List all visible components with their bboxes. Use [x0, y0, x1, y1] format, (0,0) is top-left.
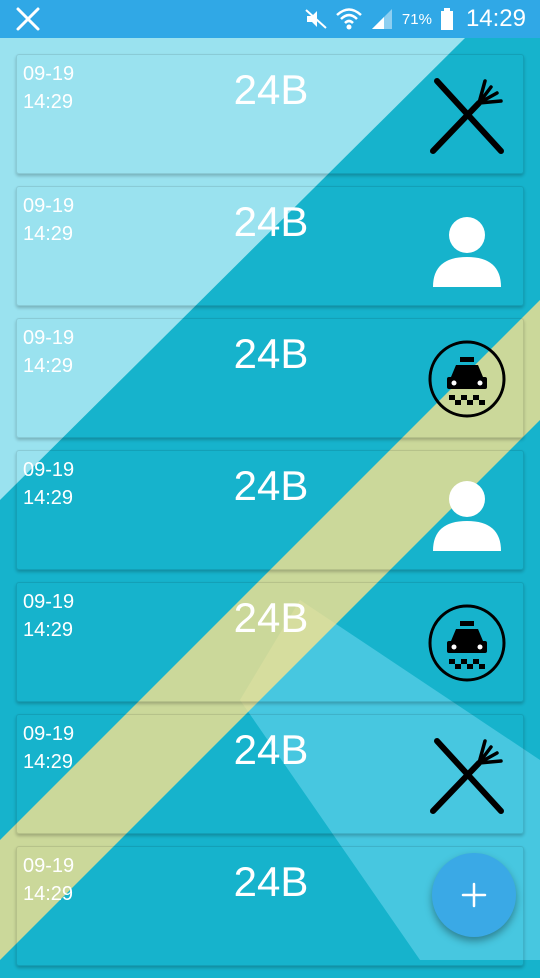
list-item[interactable]: 09-19 14:29 24B	[16, 54, 524, 174]
status-bar: 71% 14:29	[0, 0, 540, 38]
fork-knife-icon	[16, 7, 40, 31]
status-clock: 14:29	[465, 5, 526, 32]
item-date: 09-19	[23, 723, 75, 745]
list-item[interactable]: 09-19 14:29 24B	[16, 582, 524, 702]
item-list: 09-19 14:29 24B 09-19 14:29 24B 09-19 14…	[16, 54, 524, 978]
add-button[interactable]	[432, 853, 516, 937]
item-date: 09-19	[23, 459, 75, 481]
list-item[interactable]: 09-19 14:29 24B	[16, 318, 524, 438]
item-time: 14:29	[23, 355, 74, 377]
plus-icon	[461, 882, 487, 908]
item-time: 14:29	[23, 91, 74, 113]
wifi-icon	[336, 8, 362, 30]
item-time: 14:29	[23, 883, 74, 905]
item-time: 14:29	[23, 751, 74, 773]
fork-knife-icon	[430, 78, 504, 154]
person-icon	[433, 217, 501, 287]
item-date: 09-19	[23, 855, 75, 877]
item-date: 09-19	[23, 591, 75, 613]
list-item[interactable]: 09-19 14:29 24B	[16, 714, 524, 834]
item-date: 09-19	[23, 63, 75, 85]
list-item[interactable]: 09-19 14:29 24B	[16, 186, 524, 306]
item-date: 09-19	[23, 327, 75, 349]
signal-icon	[371, 9, 392, 29]
item-time: 14:29	[23, 487, 74, 509]
item-time: 14:29	[23, 619, 74, 641]
item-date: 09-19	[23, 195, 75, 217]
taxi-icon	[428, 340, 506, 418]
battery-percent: 71%	[401, 10, 432, 28]
fork-knife-icon	[430, 738, 504, 814]
battery-icon	[440, 8, 453, 30]
item-time: 14:29	[23, 223, 74, 245]
person-icon	[433, 481, 501, 551]
mute-icon	[305, 9, 327, 29]
taxi-icon	[428, 604, 506, 682]
list-item[interactable]: 09-19 14:29 24B	[16, 450, 524, 570]
status-icons: 71% 14:29	[304, 0, 526, 38]
